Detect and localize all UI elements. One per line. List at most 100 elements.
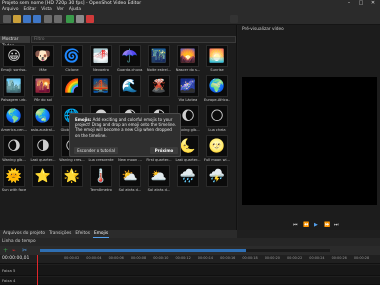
emoji-thumbnail-icon: 😀 [3, 45, 25, 67]
export-video-icon[interactable] [86, 15, 94, 23]
emoji-thumbnail-icon: 🐶 [32, 45, 54, 67]
emoji-thumbnail-icon: 🌌 [177, 75, 199, 97]
emoji-label: Via Láctea [178, 98, 198, 102]
emoji-item[interactable]: ⭐ [32, 165, 56, 193]
emoji-label: Waning cres... [59, 158, 85, 162]
playhead[interactable] [37, 255, 38, 285]
emoji-label: Sol atrás d... [118, 188, 142, 192]
rewind-icon[interactable]: ⏪ [303, 222, 309, 228]
emoji-item[interactable]: ⛅ Sol atrás d... [119, 165, 143, 193]
emoji-thumbnail-icon: 🌋 [148, 75, 170, 97]
emoji-item[interactable]: 🌟 [61, 165, 85, 193]
fullscreen-icon[interactable] [230, 15, 238, 23]
hide-tutorial-button[interactable]: Esconder o tutorial [74, 147, 118, 154]
emoji-item[interactable]: 🌏 asia-austral... [30, 105, 56, 133]
emoji-item[interactable]: 🌍 Europe-Africa... [204, 75, 230, 103]
close-button[interactable]: ✕ [367, 0, 379, 7]
new-project-icon[interactable] [3, 15, 11, 23]
emoji-thumbnail-icon: 🌉 [90, 75, 112, 97]
fast-forward-icon[interactable]: ⏩ [324, 222, 330, 228]
emoji-label: Last quarter... [30, 158, 56, 162]
tab-transitions[interactable]: Transições [48, 230, 72, 238]
emoji-label: Sunrise [210, 68, 224, 72]
emoji-item[interactable]: 🌀 Ciclone [61, 45, 85, 73]
minimize-button[interactable]: – [343, 0, 355, 7]
undo-icon[interactable] [44, 15, 52, 23]
ruler-tick-label: 00:00:12 [175, 256, 191, 260]
emoji-item[interactable]: 🏙️ Paisagem urb... [1, 75, 27, 103]
emoji-item[interactable]: 🌄 Nascer do s... [176, 45, 201, 73]
filter-dropdown[interactable]: Mostrar Todos [0, 36, 30, 49]
snap-icon[interactable]: ⌁ [12, 247, 16, 254]
emoji-thumbnail-icon: 🌃 [148, 45, 170, 67]
emoji-item[interactable]: 🌋 [148, 75, 172, 103]
emoji-label: Emoji: sorriso... [1, 68, 27, 72]
ruler-tick-label: 00:00:18 [242, 256, 258, 260]
emoji-item[interactable]: 🌁 Nevoeiro [90, 45, 114, 73]
emoji-item[interactable]: 🌞 Sun with face [2, 165, 27, 193]
maximize-button[interactable]: □ [355, 0, 367, 7]
tutorial-body: Add exciting and colorful emojis to your… [75, 117, 177, 138]
import-files-icon[interactable] [66, 15, 74, 23]
save-as-icon[interactable] [33, 15, 41, 23]
jump-start-icon[interactable]: ⏮ [293, 222, 298, 228]
emoji-label: Nevoeiro [92, 68, 110, 72]
emoji-item[interactable]: 🌎 America-cen... [1, 105, 27, 133]
emoji-label: Noite estrel... [146, 68, 172, 72]
emoji-item[interactable]: 🌗 Last quarter... [30, 135, 56, 163]
ruler-tick-label: 00:00:24 [309, 256, 325, 260]
ruler-tick-label: 00:00:04 [86, 256, 102, 260]
tab-effects[interactable]: Efeitos [74, 230, 91, 238]
emoji-item[interactable]: 🌕 Lua cheia [206, 105, 230, 133]
emoji-item[interactable]: 🌧️ [177, 165, 201, 193]
emoji-label: Last quarter... [175, 158, 201, 162]
emoji-item[interactable]: 😀 Emoji: sorriso... [1, 45, 27, 73]
jump-end-icon[interactable]: ⏭ [334, 222, 339, 228]
emoji-label: Europe-Africa... [204, 98, 230, 102]
emoji-item[interactable]: 🌉 [90, 75, 114, 103]
ruler-tick-label: 00:00:26 [331, 256, 347, 260]
filter-input[interactable]: Filtro [31, 36, 236, 43]
emoji-label: Lua cheia [208, 128, 226, 132]
emoji-item[interactable]: 🌝 Full moon wi... [204, 135, 230, 163]
emoji-item[interactable]: 🌇 Pôr do sol [32, 75, 56, 103]
add-track-icon[interactable]: + [3, 247, 8, 254]
emoji-label: Pôr do sol [34, 98, 52, 102]
save-project-icon[interactable] [23, 15, 31, 23]
razor-icon[interactable]: ✂ [22, 247, 27, 254]
emoji-thumbnail-icon: ⛈️ [206, 165, 228, 187]
timeline-zoom-slider[interactable] [40, 249, 330, 252]
emoji-item[interactable]: 🌃 Noite estrel... [146, 45, 172, 73]
tab-project-files[interactable]: Arquivos do projeto [2, 230, 46, 238]
next-button[interactable]: Próximo [150, 147, 178, 154]
timeline-ruler[interactable]: 00:00:00,01 00:00:02 00:00:04 00:00:06 00:0… [0, 255, 380, 264]
emoji-thumbnail-icon: 🌎 [3, 105, 25, 127]
ruler-tick-label: 00:00:22 [287, 256, 303, 260]
track-5[interactable]: Faixa 5 [0, 265, 380, 276]
play-icon[interactable]: ▶ [314, 222, 318, 228]
emoji-item[interactable]: ⛈️ [206, 165, 230, 193]
emoji-item[interactable]: 🌈 [61, 75, 85, 103]
ruler-tick-label: 00:00:02 [64, 256, 80, 260]
emoji-label: New moon ... [118, 158, 142, 162]
emoji-item[interactable]: 🌊 [119, 75, 143, 103]
emoji-item[interactable]: 🐶 Mãe [32, 45, 56, 73]
emoji-thumbnail-icon: 🌖 [3, 135, 25, 157]
redo-icon[interactable] [54, 15, 62, 23]
emoji-item[interactable]: ☂️ Guarda-chuva... [117, 45, 143, 73]
emoji-item[interactable]: 🌌 Via Láctea [177, 75, 201, 103]
track-name: Faixa 5 [2, 268, 16, 273]
open-project-icon[interactable] [13, 15, 21, 23]
tab-emojis[interactable]: Emojis [93, 230, 110, 238]
emoji-label: asia-austral... [30, 128, 56, 132]
track-4[interactable]: Faixa 4 [0, 277, 380, 285]
emoji-item[interactable]: 🌡️ Termômetro [90, 165, 114, 193]
emoji-item[interactable]: 🌥️ Sol atrás d... [148, 165, 172, 193]
emoji-item[interactable]: 🌅 Sunrise [206, 45, 230, 73]
profile-icon[interactable] [76, 15, 84, 23]
emoji-thumbnail-icon: 🌇 [32, 75, 54, 97]
emoji-thumbnail-icon: 🌀 [61, 45, 83, 67]
emoji-item[interactable]: 🌖 Waning gib... [2, 135, 27, 163]
zoom-slider-fill [40, 249, 246, 252]
emoji-label: Waning gib... [2, 158, 26, 162]
